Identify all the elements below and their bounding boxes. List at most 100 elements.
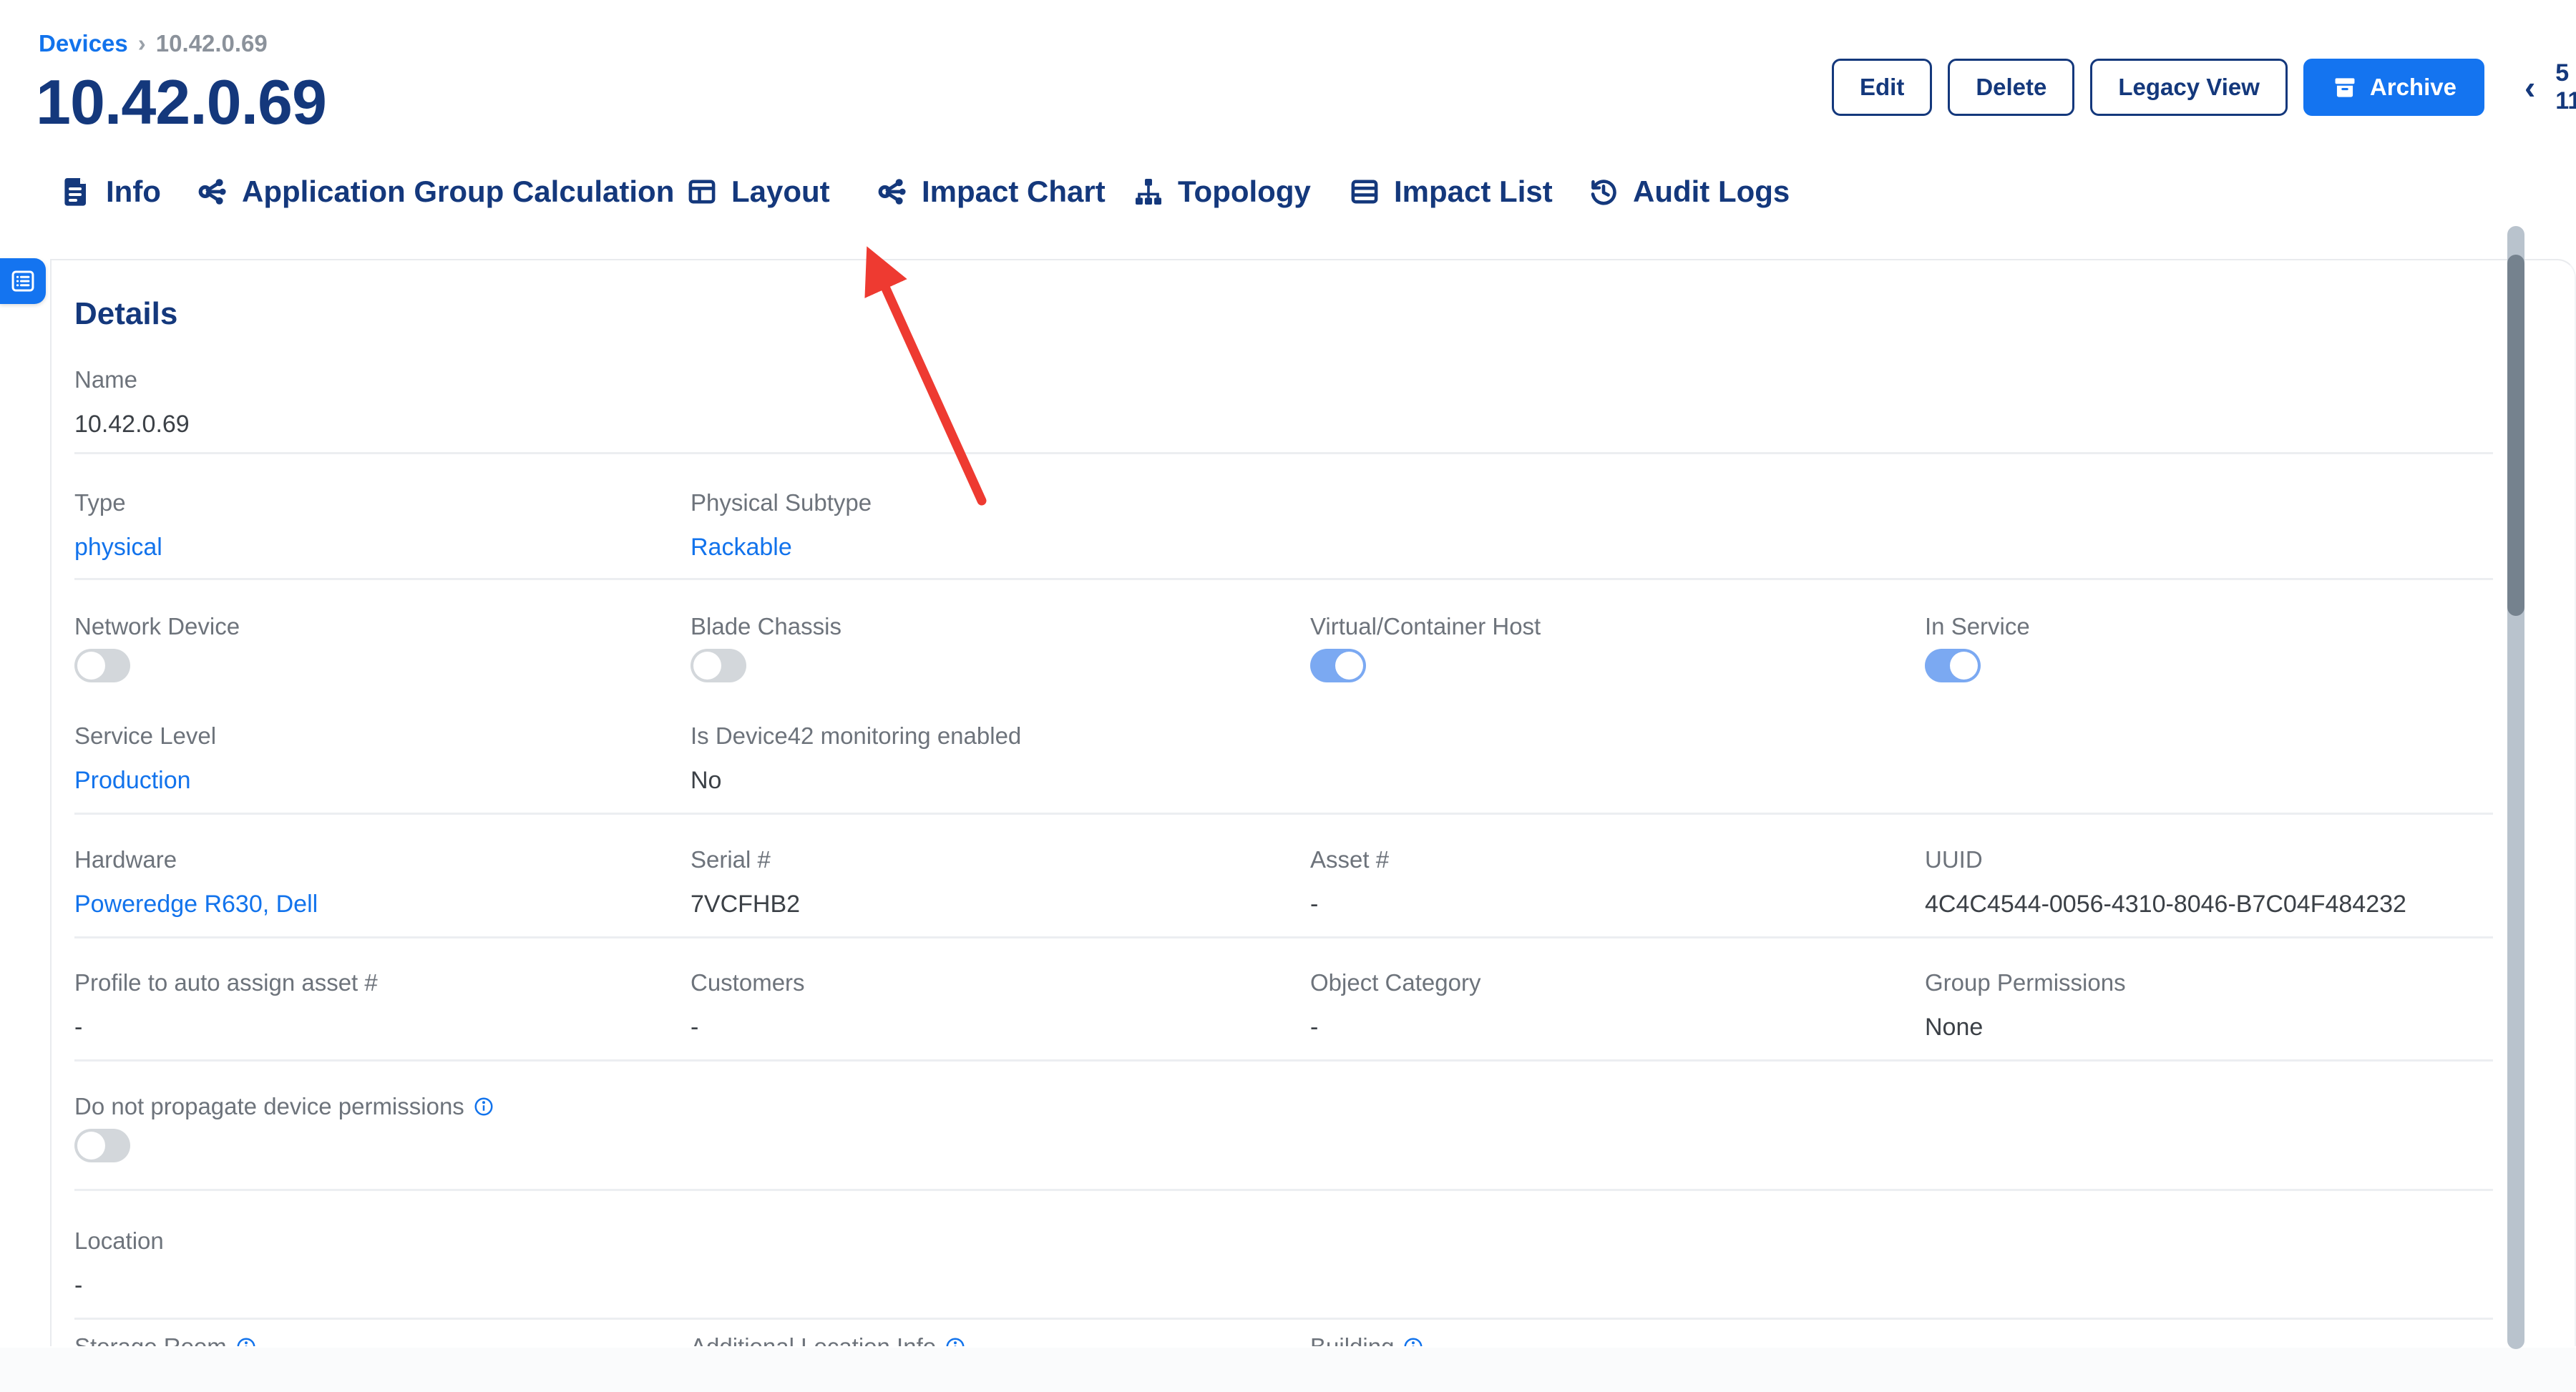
field-do-not-propagate-label: Do not propagate device permissions: [74, 1093, 464, 1120]
do-not-propagate-toggle[interactable]: [74, 1129, 130, 1162]
edit-button[interactable]: Edit: [1832, 59, 1932, 116]
field-hardware-value[interactable]: Poweredge R630, Dell: [74, 891, 318, 918]
tab-impact-chart[interactable]: Impact Chart: [874, 165, 1106, 219]
field-object-category-label: Object Category: [1310, 969, 1480, 996]
field-storage-room: Storage Room: [74, 1333, 257, 1346]
tab-audit-logs[interactable]: Audit Logs: [1587, 165, 1790, 219]
field-network-device-label: Network Device: [74, 613, 240, 640]
pagination-count: 5 of 1168: [2555, 59, 2576, 115]
field-uuid-label: UUID: [1925, 846, 2406, 873]
field-blade-chassis: Blade Chassis: [691, 613, 841, 682]
field-location: Location -: [74, 1227, 164, 1300]
tab-bar: Info Application Group Calculation: [0, 165, 2576, 229]
info-icon[interactable]: [473, 1096, 494, 1117]
breadcrumb-current: 10.42.0.69: [156, 30, 268, 57]
tab-topology[interactable]: Topology: [1132, 165, 1311, 219]
tab-audit-logs-label: Audit Logs: [1633, 175, 1790, 209]
field-profile-auto-assign: Profile to auto assign asset # -: [74, 969, 378, 1041]
field-hardware: Hardware Poweredge R630, Dell: [74, 846, 318, 918]
field-physical-subtype: Physical Subtype Rackable: [691, 489, 872, 562]
field-monitoring-enabled-value: No: [691, 767, 1021, 795]
tab-impact-list-label: Impact List: [1394, 175, 1553, 209]
field-location-value: -: [74, 1272, 164, 1300]
field-in-service-label: In Service: [1925, 613, 2030, 640]
field-service-level-value[interactable]: Production: [74, 767, 216, 795]
field-uuid: UUID 4C4C4544-0056-4310-8046-B7C04F48423…: [1925, 846, 2406, 918]
legacy-view-button[interactable]: Legacy View: [2090, 59, 2288, 116]
action-bar: Edit Delete Legacy View Archive ‹ 5 of 1…: [1832, 59, 2576, 116]
tab-application-group-calculation-label: Application Group Calculation: [242, 175, 674, 209]
tab-layout[interactable]: Layout: [686, 165, 830, 219]
page-bottom-gap: [0, 1348, 2576, 1392]
tab-impact-list[interactable]: Impact List: [1348, 165, 1553, 219]
field-name-value: 10.42.0.69: [74, 411, 190, 438]
field-physical-subtype-label: Physical Subtype: [691, 489, 872, 516]
field-group-permissions: Group Permissions None: [1925, 969, 2126, 1041]
tab-application-group-calculation[interactable]: Application Group Calculation: [195, 165, 674, 219]
field-group-permissions-label: Group Permissions: [1925, 969, 2126, 996]
impact-chart-icon: [874, 175, 909, 209]
field-additional-location-info: Additional Location Info: [691, 1333, 966, 1346]
impact-list-icon: [1348, 175, 1381, 208]
app-group-icon: [195, 175, 229, 209]
field-monitoring-enabled-label: Is Device42 monitoring enabled: [691, 722, 1021, 750]
field-profile-auto-assign-value: -: [74, 1014, 378, 1041]
divider: [74, 1318, 2493, 1320]
info-icon[interactable]: [235, 1336, 257, 1346]
field-name: Name 10.42.0.69: [74, 366, 190, 438]
divider: [74, 936, 2493, 938]
delete-button[interactable]: Delete: [1948, 59, 2074, 116]
info-icon[interactable]: [945, 1336, 966, 1346]
field-object-category-value: -: [1310, 1014, 1480, 1041]
tab-layout-label: Layout: [731, 175, 830, 209]
field-physical-subtype-value[interactable]: Rackable: [691, 534, 872, 562]
field-customers-value: -: [691, 1014, 805, 1041]
field-asset-label: Asset #: [1310, 846, 1389, 873]
field-service-level-label: Service Level: [74, 722, 216, 750]
field-asset-value: -: [1310, 891, 1389, 918]
field-object-category: Object Category -: [1310, 969, 1480, 1041]
field-service-level: Service Level Production: [74, 722, 216, 795]
info-icon[interactable]: [1402, 1336, 1424, 1346]
field-building: Building: [1310, 1333, 1424, 1346]
virtual-container-host-toggle[interactable]: [1310, 649, 1366, 682]
field-type-value[interactable]: physical: [74, 534, 162, 562]
field-additional-location-info-label: Additional Location Info: [691, 1333, 936, 1346]
divider: [74, 578, 2493, 580]
archive-button-label: Archive: [2370, 74, 2457, 101]
divider: [74, 813, 2493, 815]
breadcrumb-separator: ›: [138, 30, 146, 57]
field-serial-label: Serial #: [691, 846, 800, 873]
archive-button[interactable]: Archive: [2303, 59, 2484, 116]
field-virtual-container-host-label: Virtual/Container Host: [1310, 613, 1541, 640]
list-icon: [9, 268, 36, 295]
details-panel: Details Name 10.42.0.69 Type physical Ph…: [50, 259, 2576, 1346]
field-virtual-container-host: Virtual/Container Host: [1310, 613, 1541, 682]
field-storage-room-label: Storage Room: [74, 1333, 227, 1346]
field-name-label: Name: [74, 366, 190, 393]
prev-page-chevron[interactable]: ‹: [2522, 71, 2538, 104]
field-serial-value: 7VCFHB2: [691, 891, 800, 918]
device-detail-page: Devices › 10.42.0.69 10.42.0.69 Edit Del…: [0, 0, 2576, 1392]
field-type-label: Type: [74, 489, 162, 516]
field-building-label: Building: [1310, 1333, 1394, 1346]
field-blade-chassis-label: Blade Chassis: [691, 613, 841, 640]
network-device-toggle[interactable]: [74, 649, 130, 682]
divider: [74, 452, 2493, 454]
panel-collapse-button[interactable]: [0, 258, 46, 304]
breadcrumb-devices-link[interactable]: Devices: [39, 30, 128, 57]
field-customers-label: Customers: [691, 969, 805, 996]
blade-chassis-toggle[interactable]: [691, 649, 746, 682]
field-network-device: Network Device: [74, 613, 240, 682]
page-title: 10.42.0.69: [36, 66, 326, 139]
field-customers: Customers -: [691, 969, 805, 1041]
field-asset: Asset # -: [1310, 846, 1389, 918]
history-icon: [1587, 175, 1620, 208]
scrollbar-thumb[interactable]: [2507, 255, 2524, 616]
field-serial: Serial # 7VCFHB2: [691, 846, 800, 918]
field-type: Type physical: [74, 489, 162, 562]
field-do-not-propagate: Do not propagate device permissions: [74, 1093, 494, 1162]
in-service-toggle[interactable]: [1925, 649, 1981, 682]
field-group-permissions-value: None: [1925, 1014, 2126, 1041]
tab-info[interactable]: Info: [59, 165, 161, 219]
